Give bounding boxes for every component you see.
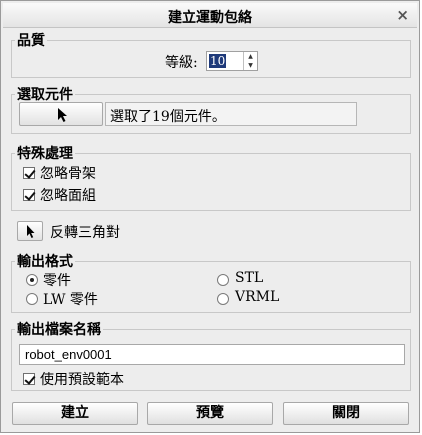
create-button[interactable]: 建立 — [12, 402, 138, 425]
output-format-group-label: 輸出格式 — [15, 251, 75, 271]
spin-down-icon[interactable]: ▼ — [244, 61, 257, 70]
flip-triangles-label: 反轉三角對 — [50, 225, 120, 241]
format-stl-radio[interactable] — [217, 274, 229, 286]
select-components-button[interactable] — [19, 102, 103, 126]
use-default-template-label: 使用預設範本 — [40, 372, 124, 388]
arrow-cursor-icon — [58, 108, 67, 122]
spin-up-icon[interactable]: ▲ — [244, 52, 257, 61]
format-lw-part-label: LW 零件 — [43, 292, 98, 308]
ignore-quilts-checkbox[interactable] — [23, 189, 35, 201]
selection-group-label: 選取元件 — [15, 84, 75, 104]
level-label: 等級: — [165, 55, 198, 71]
ignore-skeleton-checkbox[interactable] — [23, 167, 35, 179]
level-value[interactable]: 10 — [209, 54, 227, 68]
format-part-label: 零件 — [43, 273, 71, 289]
special-group-label: 特殊處理 — [15, 143, 75, 163]
level-spinner[interactable]: 10 ▲ ▼ — [206, 51, 258, 71]
create-envelope-dialog: 建立運動包絡 × 品質 等級: 10 ▲ ▼ 選取元件 選取了19個元件。 特殊… — [0, 0, 420, 433]
use-default-template-checkbox[interactable] — [23, 373, 35, 385]
format-stl-label: STL — [235, 270, 264, 286]
title-bar: 建立運動包絡 × — [3, 3, 417, 28]
dialog-title: 建立運動包絡 — [168, 10, 252, 26]
ignore-quilts-label: 忽略面組 — [40, 188, 96, 204]
close-button[interactable]: 關閉 — [283, 402, 409, 425]
format-vrml-radio[interactable] — [217, 293, 229, 305]
ignore-skeleton-label: 忽略骨架 — [40, 166, 96, 182]
preview-button[interactable]: 預覽 — [147, 402, 273, 425]
selection-status-field: 選取了19個元件。 — [105, 102, 357, 126]
format-vrml-label: VRML — [235, 289, 280, 305]
level-spinner-buttons: ▲ ▼ — [243, 52, 257, 70]
arrow-cursor-icon — [27, 225, 35, 238]
format-part-radio[interactable] — [26, 274, 38, 286]
output-name-input[interactable] — [19, 344, 405, 365]
close-icon[interactable]: × — [396, 6, 409, 24]
quality-group-label: 品質 — [15, 30, 47, 50]
output-name-group-label: 輸出檔案名稱 — [15, 319, 103, 339]
flip-triangles-button[interactable] — [17, 221, 43, 241]
format-lw-part-radio[interactable] — [26, 293, 38, 305]
